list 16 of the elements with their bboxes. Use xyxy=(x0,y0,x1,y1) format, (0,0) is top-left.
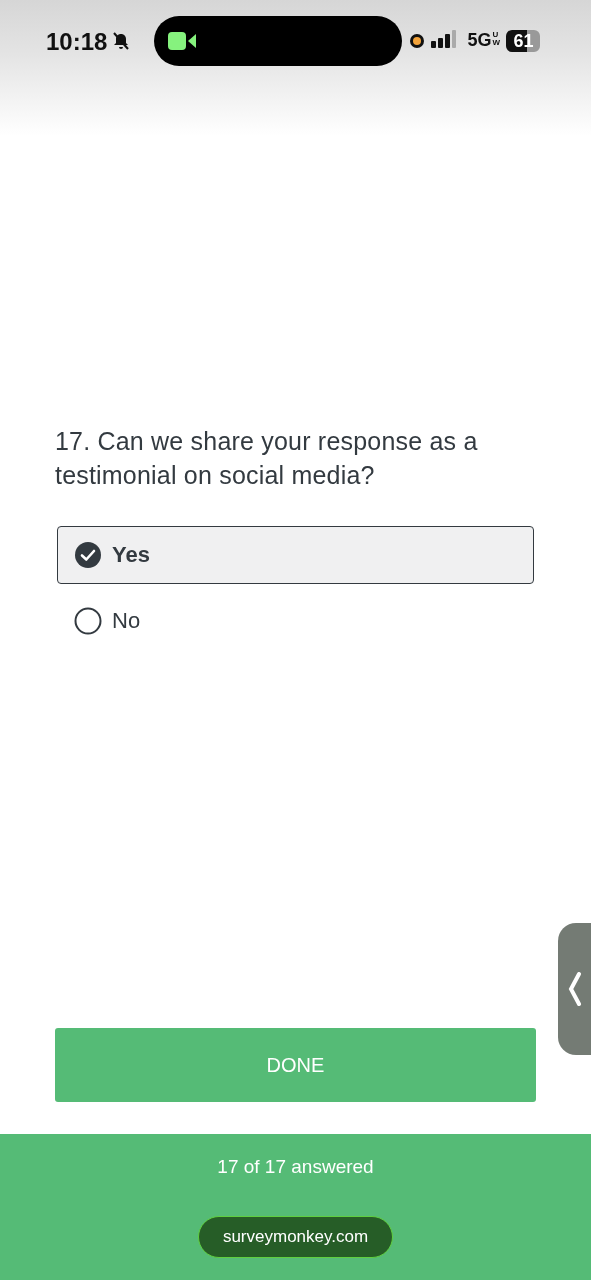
recording-dot-icon xyxy=(409,33,426,49)
question-text: 17. Can we share your response as a testimonial on social media? xyxy=(55,426,479,491)
progress-text: 17 of 17 answered xyxy=(217,1156,374,1178)
side-handle[interactable] xyxy=(558,923,591,1055)
network-label: 5G xyxy=(467,30,492,51)
radio-circle-icon xyxy=(74,607,102,635)
answer-option[interactable]: Yes xyxy=(57,526,534,584)
network-sub-label: UW xyxy=(492,31,501,47)
checked-circle-icon xyxy=(74,541,102,569)
muted-bell-icon xyxy=(111,31,132,51)
website-link[interactable]: surveymonkey.com xyxy=(197,1216,394,1258)
signal-icon xyxy=(431,30,458,48)
answer-option[interactable]: No xyxy=(57,592,534,650)
status-time: 10:18 xyxy=(46,28,108,56)
video-camera-icon xyxy=(168,31,197,51)
chevron-left-icon xyxy=(567,972,582,1006)
